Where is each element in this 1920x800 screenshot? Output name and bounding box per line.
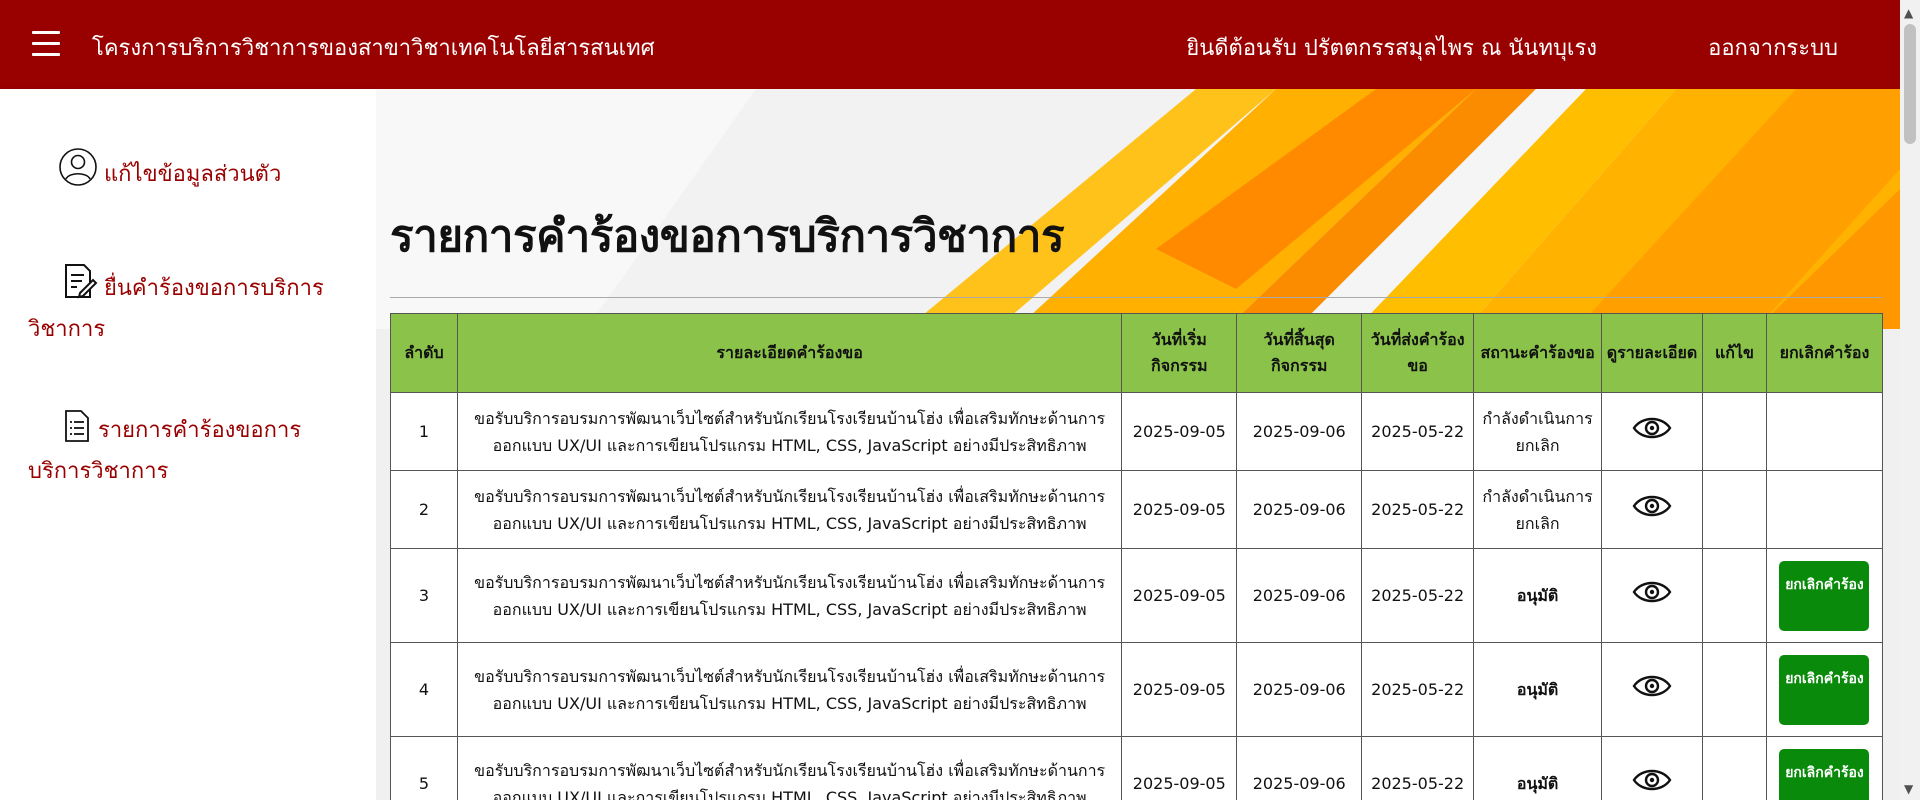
- col-header-no: ลำดับ: [390, 313, 458, 393]
- col-header-cancel: ยกเลิกคำร้อง: [1765, 313, 1884, 393]
- cell-detail: ขอรับบริการอบรมการพัฒนาเว็บไซต์สำหรับนัก…: [456, 736, 1123, 800]
- cell-sent-date: 2025-05-22: [1361, 736, 1475, 800]
- cell-edit: [1701, 392, 1767, 471]
- cell-edit: [1701, 642, 1767, 737]
- cell-detail: ขอรับบริการอบรมการพัฒนาเว็บไซต์สำหรับนัก…: [456, 470, 1123, 549]
- eye-icon[interactable]: [1632, 769, 1672, 797]
- cell-start-date: 2025-09-05: [1121, 470, 1238, 549]
- eye-icon[interactable]: [1632, 581, 1672, 609]
- cell-detail: ขอรับบริการอบรมการพัฒนาเว็บไซต์สำหรับนัก…: [456, 642, 1123, 737]
- cell-no: 2: [390, 470, 458, 549]
- col-header-edit: แก้ไข: [1701, 313, 1767, 393]
- cell-start-date: 2025-09-05: [1121, 642, 1238, 737]
- main-content: รายการคำร้องขอการบริการวิชาการ ลำดับ ราย…: [376, 89, 1900, 800]
- scroll-up-arrow-icon[interactable]: ▲: [1904, 6, 1913, 20]
- table-row: 1 ขอรับบริการอบรมการพัฒนาเว็บไซต์สำหรับนั…: [390, 392, 1884, 471]
- cell-status: กำลังดำเนินการยกเลิก: [1473, 392, 1603, 471]
- eye-icon[interactable]: [1632, 417, 1672, 445]
- cell-no: 1: [390, 392, 458, 471]
- request-table: ลำดับ รายละเอียดคำร้องขอ วันที่เริ่มกิจก…: [390, 313, 1884, 800]
- title-divider: [390, 297, 1882, 298]
- table-row: 2 ขอรับบริการอบรมการพัฒนาเว็บไซต์สำหรับนั…: [390, 470, 1884, 549]
- cell-cancel: [1765, 470, 1884, 549]
- page-title: รายการคำร้องขอการบริการวิชาการ: [390, 211, 1065, 262]
- col-header-status: สถานะคำร้องขอ: [1473, 313, 1603, 393]
- cell-edit: [1701, 548, 1767, 643]
- col-header-start: วันที่เริ่มกิจกรรม: [1121, 313, 1238, 393]
- eye-icon[interactable]: [1632, 675, 1672, 703]
- cell-no: 5: [390, 736, 458, 800]
- app-title: โครงการบริการวิชาการของสาขาวิชาเทคโนโลยี…: [92, 36, 655, 61]
- cell-end-date: 2025-09-06: [1236, 392, 1363, 471]
- sidebar-item-request-list[interactable]: รายการคำร้องขอการบริการวิชาการ: [28, 409, 358, 489]
- eye-icon[interactable]: [1632, 495, 1672, 523]
- cell-cancel: ยกเลิกคำร้อง: [1765, 642, 1884, 737]
- col-header-sent: วันที่ส่งคำร้องขอ: [1361, 313, 1475, 393]
- cell-end-date: 2025-09-06: [1236, 642, 1363, 737]
- cell-start-date: 2025-09-05: [1121, 736, 1238, 800]
- cell-view: [1601, 392, 1703, 471]
- cell-start-date: 2025-09-05: [1121, 392, 1238, 471]
- col-header-end: วันที่สิ้นสุดกิจกรรม: [1236, 313, 1363, 393]
- cell-sent-date: 2025-05-22: [1361, 548, 1475, 643]
- sidebar-item-edit-profile[interactable]: แก้ไขข้อมูลส่วนตัว: [58, 147, 388, 198]
- cell-cancel: ยกเลิกคำร้อง: [1765, 736, 1884, 800]
- cell-edit: [1701, 736, 1767, 800]
- cell-cancel: ยกเลิกคำร้อง: [1765, 548, 1884, 643]
- page-scrollbar[interactable]: ▲ ▼: [1900, 0, 1920, 800]
- cancel-request-button[interactable]: ยกเลิกคำร้อง: [1779, 654, 1870, 725]
- table-header-row: ลำดับ รายละเอียดคำร้องขอ วันที่เริ่มกิจก…: [390, 313, 1884, 393]
- cell-cancel: [1765, 392, 1884, 471]
- top-navbar: โครงการบริการวิชาการของสาขาวิชาเทคโนโลยี…: [0, 0, 1900, 89]
- edit-document-icon: [58, 261, 98, 312]
- col-header-detail: รายละเอียดคำร้องขอ: [456, 313, 1123, 393]
- cell-end-date: 2025-09-06: [1236, 470, 1363, 549]
- cell-status: กำลังดำเนินการยกเลิก: [1473, 470, 1603, 549]
- table-row: 5 ขอรับบริการอบรมการพัฒนาเว็บไซต์สำหรับนั…: [390, 736, 1884, 800]
- cell-status: อนุมัติ: [1473, 736, 1603, 800]
- logout-link[interactable]: ออกจากระบบ: [1708, 30, 1838, 65]
- cell-no: 3: [390, 548, 458, 643]
- cell-sent-date: 2025-05-22: [1361, 642, 1475, 737]
- cell-detail: ขอรับบริการอบรมการพัฒนาเว็บไซต์สำหรับนัก…: [456, 392, 1123, 471]
- cell-view: [1601, 642, 1703, 737]
- cell-view: [1601, 470, 1703, 549]
- cancel-request-button[interactable]: ยกเลิกคำร้อง: [1779, 748, 1870, 800]
- cancel-request-button[interactable]: ยกเลิกคำร้อง: [1779, 560, 1870, 631]
- cell-view: [1601, 736, 1703, 800]
- cell-end-date: 2025-09-06: [1236, 736, 1363, 800]
- cell-view: [1601, 548, 1703, 643]
- cell-no: 4: [390, 642, 458, 737]
- cell-status: อนุมัติ: [1473, 642, 1603, 737]
- user-icon: [58, 147, 98, 198]
- cell-start-date: 2025-09-05: [1121, 548, 1238, 643]
- sidebar: แก้ไขข้อมูลส่วนตัว ยื่นคำร้องขอการบริการ…: [0, 89, 376, 800]
- cell-end-date: 2025-09-06: [1236, 548, 1363, 643]
- col-header-view: ดูรายละเอียด: [1601, 313, 1703, 393]
- cell-sent-date: 2025-05-22: [1361, 392, 1475, 471]
- welcome-text: ยินดีต้อนรับ ปรัตตกรรสมุลไพร ณ นันทบุเรง: [1186, 36, 1597, 61]
- sidebar-item-label: แก้ไขข้อมูลส่วนตัว: [104, 162, 282, 187]
- cell-status: อนุมัติ: [1473, 548, 1603, 643]
- scroll-thumb[interactable]: [1904, 24, 1916, 144]
- sidebar-item-submit-request[interactable]: ยื่นคำร้องขอการบริการวิชาการ: [28, 261, 358, 347]
- scroll-down-arrow-icon[interactable]: ▼: [1904, 782, 1913, 796]
- document-list-icon: [62, 409, 92, 454]
- cell-edit: [1701, 470, 1767, 549]
- table-row: 3 ขอรับบริการอบรมการพัฒนาเว็บไซต์สำหรับนั…: [390, 548, 1884, 643]
- cell-sent-date: 2025-05-22: [1361, 470, 1475, 549]
- hamburger-icon[interactable]: [32, 31, 60, 57]
- cell-detail: ขอรับบริการอบรมการพัฒนาเว็บไซต์สำหรับนัก…: [456, 548, 1123, 643]
- table-row: 4 ขอรับบริการอบรมการพัฒนาเว็บไซต์สำหรับนั…: [390, 642, 1884, 737]
